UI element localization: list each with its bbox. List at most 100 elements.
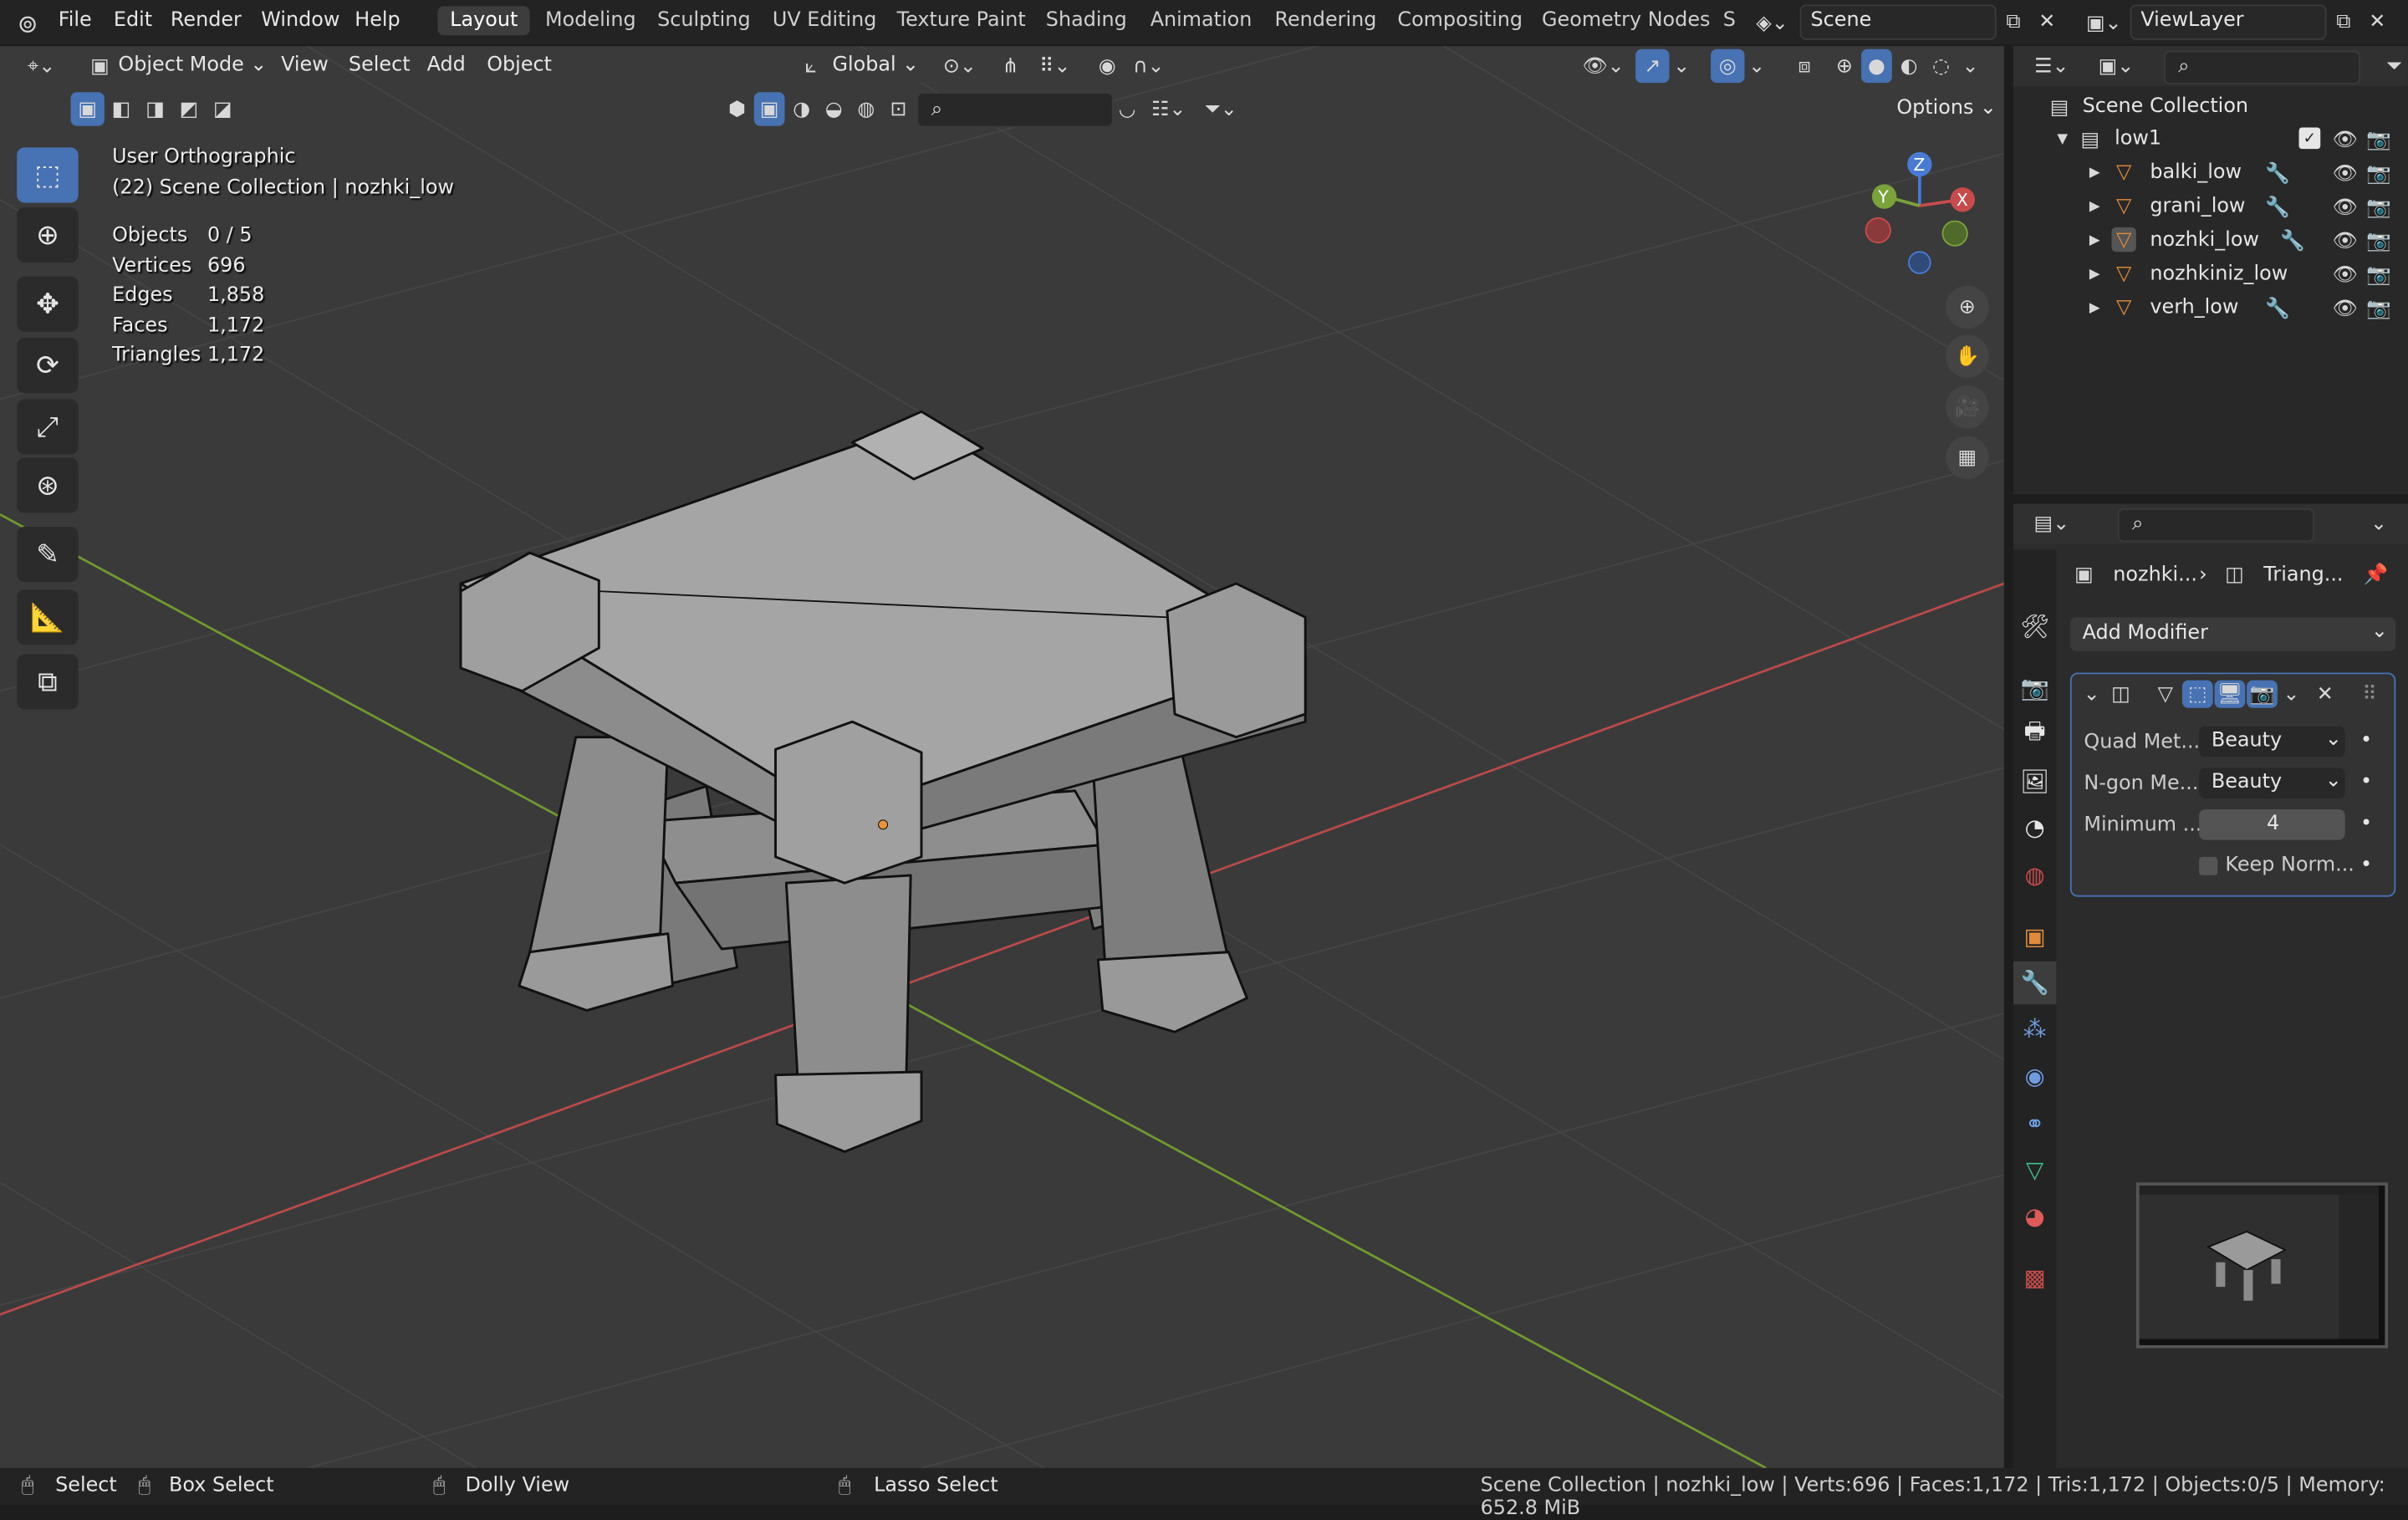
- select-box-tool-icon[interactable]: ⬚: [17, 147, 79, 203]
- workspace-tab-uv-editing[interactable]: UV Editing: [773, 9, 877, 33]
- mode-dropdown[interactable]: ▣ Object Mode: [81, 48, 260, 84]
- visibility-eye-icon[interactable]: 👁: [2332, 161, 2357, 186]
- falloff-icon[interactable]: ∩⌄: [1125, 49, 1171, 83]
- mode-paint-icon[interactable]: ◒: [819, 92, 849, 125]
- snap-icon[interactable]: ⋔: [993, 49, 1027, 83]
- new-view-layer-icon[interactable]: ⧉: [2329, 8, 2357, 35]
- constraints-tab-icon[interactable]: ⚭: [2013, 1103, 2056, 1145]
- quad-method-dropdown[interactable]: Beauty ⌄: [2199, 726, 2345, 757]
- outliner-object-row[interactable]: ▶ ▽ nozhkiniz_low 👁 📷: [2013, 259, 2408, 292]
- workspace-tab-shading[interactable]: Shading: [1046, 9, 1127, 33]
- output-tab-icon[interactable]: 🖶: [2013, 712, 2056, 755]
- modifier-tab-icon[interactable]: 🔧: [2013, 961, 2057, 1005]
- outliner-collection-low1[interactable]: ▼ ▤ low1 ✓ 👁 📷: [2013, 125, 2408, 157]
- mode-weight-icon[interactable]: ⊡: [883, 92, 914, 125]
- data-tab-icon[interactable]: ▽: [2013, 1149, 2056, 1191]
- keyframe-dot-icon[interactable]: •: [2360, 729, 2372, 752]
- render-camera-icon[interactable]: 📷: [2366, 127, 2391, 151]
- wrench-icon[interactable]: 🔧: [2265, 161, 2290, 186]
- move-tool-icon[interactable]: ✥: [17, 276, 79, 332]
- keyframe-dot-icon[interactable]: •: [2360, 854, 2372, 877]
- area-divider[interactable]: [2013, 494, 2408, 504]
- outliner-filter-icon[interactable]: ⏷: [2382, 51, 2406, 82]
- world-tab-icon[interactable]: ◍: [2013, 854, 2056, 896]
- material-tab-icon[interactable]: ◕: [2013, 1195, 2056, 1237]
- outliner-search-input[interactable]: ⌕: [2163, 50, 2361, 85]
- proportional-edit-icon[interactable]: ◉: [1090, 49, 1124, 83]
- drag-handle-icon[interactable]: ⠿: [2357, 681, 2381, 708]
- menu-select[interactable]: Select: [349, 54, 411, 77]
- material-shading-icon[interactable]: ◐: [1894, 49, 1925, 83]
- mode-object-icon[interactable]: ▣: [753, 92, 785, 126]
- properties-options-icon[interactable]: ⌄: [2366, 508, 2390, 539]
- render-camera-icon[interactable]: 📷: [2366, 229, 2391, 253]
- physics-tab-icon[interactable]: ◉: [2013, 1055, 2056, 1098]
- scene-tab-icon[interactable]: ◔: [2013, 806, 2056, 849]
- select-invert-icon[interactable]: ◩: [172, 92, 206, 125]
- menu-object[interactable]: Object: [487, 54, 552, 77]
- delete-scene-icon[interactable]: ✕: [2033, 8, 2061, 35]
- overlay-toggle-icon[interactable]: ◎: [1711, 48, 1745, 84]
- 3d-viewport[interactable]: ⌖⌄ ▣ Object Mode View Select Add Object …: [0, 46, 2004, 1468]
- workspace-tab-texture-paint[interactable]: Texture Paint: [897, 9, 1026, 33]
- ngon-method-dropdown[interactable]: Beauty ⌄: [2199, 768, 2345, 799]
- workspace-tab-geometry-nodes[interactable]: Geometry Nodes: [1542, 9, 1710, 33]
- visibility-eye-icon[interactable]: 👁: [2332, 229, 2357, 253]
- pivot-point-icon[interactable]: ⊙⌄: [935, 48, 985, 84]
- render-camera-icon[interactable]: 📷: [2366, 195, 2391, 219]
- expand-arrow-icon[interactable]: ▼: [2053, 129, 2072, 150]
- wrench-icon[interactable]: 🔧: [2265, 195, 2290, 219]
- solid-shading-icon[interactable]: ●: [1861, 48, 1892, 84]
- wrench-icon[interactable]: 🔧: [2265, 296, 2290, 320]
- object-tab-icon[interactable]: ▣: [2013, 916, 2056, 958]
- display-mode-icon[interactable]: ▣⌄: [2090, 51, 2142, 82]
- workspace-tab-more[interactable]: S: [1723, 9, 1736, 33]
- menu-view[interactable]: View: [281, 54, 329, 77]
- scale-tool-icon[interactable]: ⤢: [17, 399, 79, 455]
- workspace-tab-layout[interactable]: Layout: [437, 6, 531, 36]
- annotate-tool-icon[interactable]: ✎: [17, 526, 79, 583]
- workspace-tab-sculpting[interactable]: Sculpting: [657, 9, 750, 33]
- keyframe-dot-icon[interactable]: •: [2360, 771, 2372, 794]
- workspace-tab-modeling[interactable]: Modeling: [545, 9, 636, 33]
- new-scene-icon[interactable]: ⧉: [1999, 8, 2027, 35]
- scene-selector-icon[interactable]: ◈⌄: [1749, 8, 1795, 38]
- visibility-icon[interactable]: 👁⌄: [1577, 49, 1629, 83]
- cursor-tool-icon[interactable]: ⊕: [17, 207, 79, 263]
- menu-edit[interactable]: Edit: [114, 9, 152, 33]
- menu-help[interactable]: Help: [355, 9, 400, 33]
- edit-mode-cage-icon[interactable]: ▽: [2150, 681, 2181, 708]
- visibility-eye-icon[interactable]: 👁: [2332, 127, 2357, 151]
- outliner-editor-type-icon[interactable]: ☰⌄: [2026, 51, 2078, 82]
- filter-curve-icon[interactable]: ◡: [1110, 92, 1144, 125]
- overlay-dropdown-icon[interactable]: ⌄: [1746, 49, 1768, 83]
- expand-arrow-icon[interactable]: ▶: [2085, 264, 2104, 286]
- visibility-eye-icon[interactable]: 👁: [2332, 195, 2357, 219]
- shading-dropdown-icon[interactable]: ⌄: [1960, 49, 1982, 83]
- minimum-vertices-field[interactable]: 4: [2199, 808, 2345, 840]
- outliner-object-row[interactable]: ▶ ▽ grani_low 🔧 👁 📷: [2013, 192, 2408, 225]
- select-new-icon[interactable]: ▣: [70, 92, 105, 126]
- menu-render[interactable]: Render: [171, 9, 242, 33]
- rotate-tool-icon[interactable]: ⟳: [17, 338, 79, 394]
- display-mode-icon[interactable]: ☷⌄: [1147, 92, 1190, 125]
- camera-view-icon[interactable]: 🎥: [1946, 385, 1989, 429]
- view-layer-selector-icon[interactable]: ▣⌄: [2081, 8, 2127, 38]
- collapse-chevron-icon[interactable]: ⌄: [2081, 681, 2103, 706]
- pan-hand-icon[interactable]: ✋: [1946, 334, 1989, 378]
- transform-orientation-dropdown[interactable]: ⟀ Global: [792, 48, 925, 84]
- render-camera-icon[interactable]: 📷: [2366, 296, 2391, 320]
- select-intersect-icon[interactable]: ◪: [206, 92, 239, 125]
- outliner-object-row[interactable]: ▶ ▽ verh_low 🔧 👁 📷: [2013, 293, 2408, 326]
- select-subtract-icon[interactable]: ◨: [138, 92, 171, 125]
- navigation-gizmo[interactable]: Z X Y: [1850, 150, 2004, 288]
- menu-add[interactable]: Add: [427, 54, 466, 77]
- outliner-object-row[interactable]: ▶ ▽ nozhki_low 🔧 👁 📷: [2013, 226, 2408, 258]
- viewport-display-icon[interactable]: 🖥: [2214, 680, 2246, 708]
- workspace-tab-compositing[interactable]: Compositing: [1397, 9, 1523, 33]
- expand-arrow-icon[interactable]: ▶: [2085, 231, 2104, 252]
- gizmo-dropdown-icon[interactable]: ⌄: [1671, 49, 1692, 83]
- rendered-shading-icon[interactable]: ◌: [1926, 49, 1956, 83]
- filter-icon[interactable]: ⏷⌄: [1198, 92, 1244, 125]
- workspace-tab-animation[interactable]: Animation: [1150, 9, 1252, 33]
